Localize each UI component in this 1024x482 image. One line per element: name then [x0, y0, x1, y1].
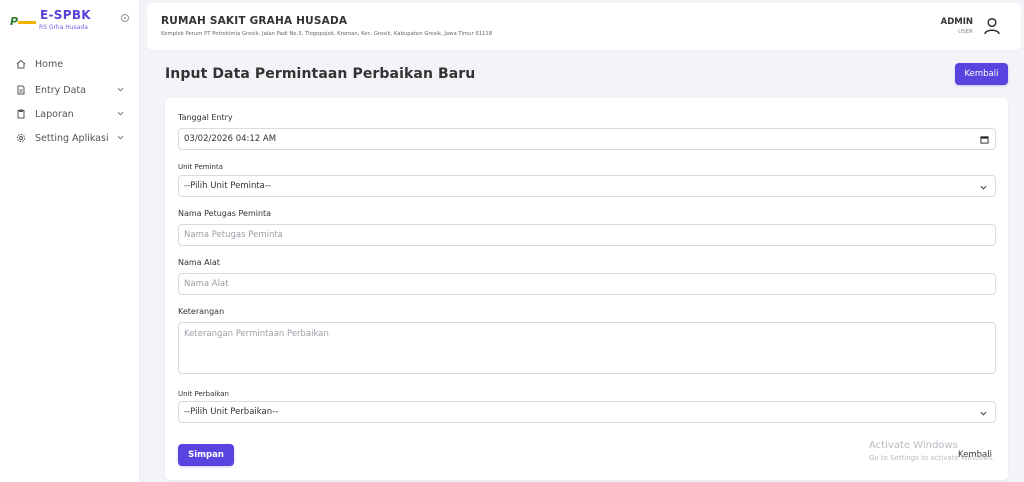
- clipboard-icon: [16, 109, 26, 119]
- sidebar-item-entry-data[interactable]: Entry Data: [0, 78, 140, 102]
- chevron-down-icon: [980, 411, 987, 416]
- gear-icon: [16, 133, 26, 143]
- activation-watermark: Activate Windows Go to Settings to activ…: [869, 440, 994, 462]
- chevron-down-icon: [117, 111, 124, 116]
- home-icon: [16, 59, 26, 69]
- sidebar-item-setting-aplikasi[interactable]: Setting Aplikasi: [0, 126, 140, 150]
- back-button[interactable]: Kembali: [955, 63, 1008, 85]
- sidebar-item-label: Home: [35, 58, 64, 70]
- calendar-icon[interactable]: [980, 135, 989, 144]
- watermark-title: Activate Windows: [869, 440, 958, 451]
- top-header: RUMAH SAKIT GRAHA HUSADA Komplek Perum P…: [147, 3, 1021, 50]
- sidebar-item-label: Laporan: [35, 108, 74, 120]
- save-button[interactable]: Simpan: [178, 444, 234, 466]
- keterangan-textarea[interactable]: Keterangan Permintaan Perbaikan: [178, 322, 996, 374]
- sidebar: P E-SPBK RS Grha Husada Home Entry Data …: [0, 0, 140, 482]
- keterangan-label: Keterangan: [178, 307, 225, 316]
- tanggal-entry-input[interactable]: 03/02/2026 04:12 AM: [178, 128, 996, 150]
- nama-petugas-input[interactable]: Nama Petugas Peminta: [178, 224, 996, 246]
- sidebar-nav: Home Entry Data Laporan Setting Aplikasi: [0, 52, 140, 150]
- brand-title: E-SPBK: [40, 8, 91, 22]
- user-name[interactable]: ADMIN: [941, 17, 973, 27]
- tanggal-entry-value: 03/02/2026 04:12 AM: [184, 134, 277, 144]
- chevron-down-icon: [117, 87, 124, 92]
- nama-petugas-label: Nama Petugas Peminta: [178, 209, 272, 218]
- unit-peminta-select[interactable]: --Pilih Unit Peminta--: [178, 175, 996, 197]
- sidebar-item-laporan[interactable]: Laporan: [0, 102, 140, 126]
- tanggal-entry-label: Tanggal Entry: [178, 113, 233, 122]
- unit-perbaikan-label: Unit Perbaikan: [178, 390, 229, 398]
- nama-alat-input[interactable]: Nama Alat: [178, 273, 996, 295]
- sidebar-item-home[interactable]: Home: [0, 52, 140, 76]
- unit-peminta-label: Unit Peminta: [178, 163, 223, 171]
- form-card: Tanggal Entry 03/02/2026 04:12 AM Unit P…: [165, 98, 1008, 480]
- brand-subtitle: RS Grha Husada: [39, 24, 88, 31]
- document-icon: [16, 85, 26, 95]
- page-title: Input Data Permintaan Perbaikan Baru: [165, 66, 476, 82]
- nama-petugas-placeholder: Nama Petugas Peminta: [184, 230, 283, 240]
- sidebar-item-label: Entry Data: [35, 84, 86, 96]
- unit-peminta-value: --Pilih Unit Peminta--: [184, 181, 272, 191]
- nama-alat-placeholder: Nama Alat: [184, 279, 229, 289]
- keterangan-placeholder: Keterangan Permintaan Perbaikan: [184, 329, 329, 339]
- hospital-name: RUMAH SAKIT GRAHA HUSADA: [161, 15, 348, 27]
- watermark-subtitle: Go to Settings to activate Windows.: [869, 454, 995, 462]
- nama-alat-label: Nama Alat: [178, 258, 220, 267]
- chevron-down-icon: [117, 135, 124, 140]
- user-role: USER: [958, 29, 973, 35]
- unit-perbaikan-value: --Pilih Unit Perbaikan--: [184, 407, 279, 417]
- brand[interactable]: P E-SPBK RS Grha Husada: [8, 8, 136, 38]
- hospital-logo-icon: P: [10, 16, 38, 28]
- user-avatar-icon[interactable]: [981, 15, 1003, 37]
- sidebar-item-label: Setting Aplikasi: [35, 132, 109, 144]
- unit-perbaikan-select[interactable]: --Pilih Unit Perbaikan--: [178, 401, 996, 423]
- sidebar-toggle-icon[interactable]: [121, 14, 129, 22]
- hospital-address: Komplek Perum PT Petrokimia Gresik, Jala…: [161, 31, 493, 37]
- chevron-down-icon: [980, 185, 987, 190]
